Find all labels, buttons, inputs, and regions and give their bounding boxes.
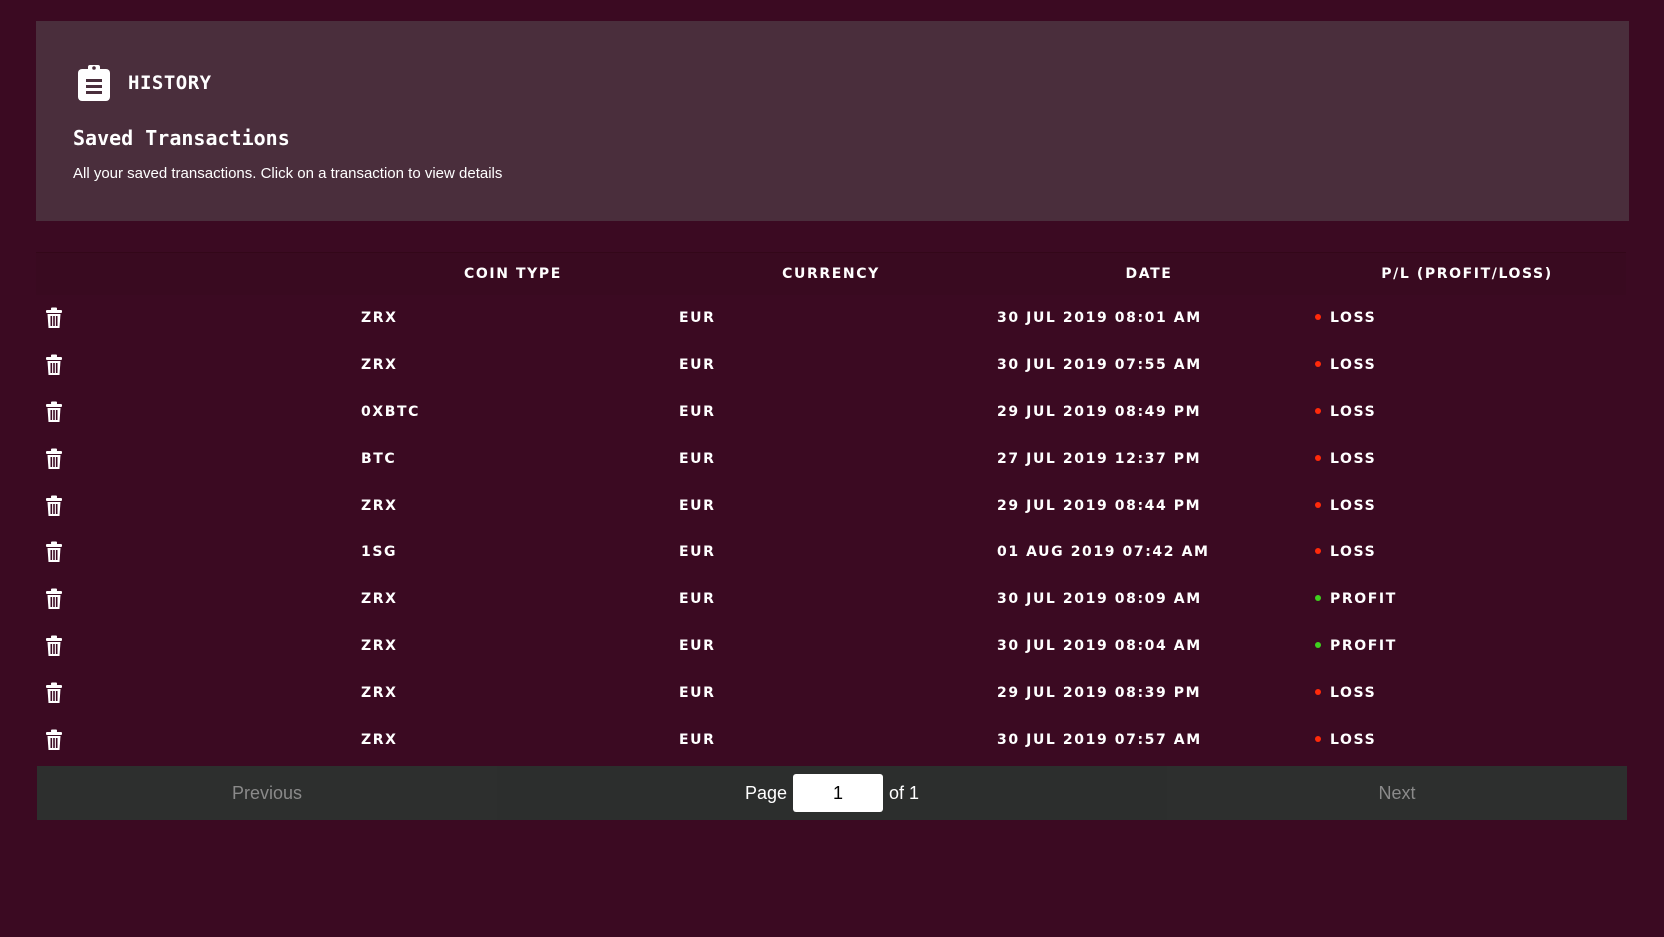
transactions-table: COIN TYPE CURRENCY DATE P/L (PROFIT/LOSS… [36, 252, 1626, 763]
pl-status-dot [1315, 595, 1321, 602]
section-description: All your saved transactions. Click on a … [73, 165, 503, 182]
currency-cell: EUR [679, 403, 716, 420]
pl-status-dot [1315, 641, 1321, 648]
date-cell: 01 AUG 2019 07:42 AM [997, 544, 1210, 561]
history-header-panel: HISTORY Saved Transactions All your save… [36, 21, 1629, 221]
coin-type-cell: ZRX [361, 684, 398, 701]
pl-cell: LOSS [1308, 732, 1626, 748]
trash-icon[interactable] [44, 588, 64, 610]
date-cell: 30 JUL 2019 08:04 AM [997, 637, 1202, 654]
date-cell: 29 JUL 2019 08:49 PM [997, 403, 1202, 420]
pl-status-label: LOSS [1330, 544, 1377, 561]
page-count-label: of 1 [889, 782, 920, 803]
pl-cell: LOSS [1308, 544, 1626, 560]
pl-cell: PROFIT [1308, 638, 1626, 654]
column-header-currency[interactable]: CURRENCY [672, 266, 990, 282]
coin-type-cell: ZRX [361, 637, 398, 654]
currency-cell: EUR [679, 684, 716, 701]
previous-button[interactable]: Previous [37, 766, 497, 820]
coin-type-cell: ZRX [361, 591, 398, 608]
page-label: Page [744, 782, 787, 803]
pl-status-dot [1315, 501, 1321, 508]
currency-cell: EUR [679, 731, 716, 748]
date-cell: 30 JUL 2019 08:01 AM [997, 310, 1202, 327]
pl-cell: LOSS [1308, 451, 1626, 467]
table-row[interactable]: ZRX EUR 29 JUL 2019 08:39 PM LOSS [36, 669, 1626, 716]
currency-cell: EUR [679, 544, 716, 561]
pl-status-label: PROFIT [1330, 637, 1397, 654]
pl-status-label: LOSS [1330, 497, 1377, 514]
pl-cell: LOSS [1308, 310, 1626, 326]
table-row[interactable]: 1SG EUR 01 AUG 2019 07:42 AM LOSS [36, 529, 1626, 576]
next-button[interactable]: Next [1167, 766, 1627, 820]
coin-type-cell: 1SG [361, 544, 398, 561]
coin-type-cell: ZRX [361, 731, 398, 748]
pl-status-label: PROFIT [1330, 591, 1397, 608]
pl-status-label: LOSS [1330, 357, 1377, 374]
section-title: Saved Transactions [73, 126, 290, 150]
coin-type-cell: ZRX [361, 497, 398, 514]
pl-status-dot [1315, 407, 1321, 414]
pl-cell: LOSS [1308, 357, 1626, 373]
trash-icon[interactable] [44, 307, 64, 329]
pl-status-label: LOSS [1330, 403, 1377, 420]
date-cell: 30 JUL 2019 08:09 AM [997, 591, 1202, 608]
page-title: HISTORY [128, 72, 212, 94]
column-header-date[interactable]: DATE [990, 266, 1308, 282]
trash-icon[interactable] [44, 495, 64, 517]
pl-status-label: LOSS [1330, 310, 1377, 327]
currency-cell: EUR [679, 637, 716, 654]
coin-type-cell: BTC [361, 450, 397, 467]
currency-cell: EUR [679, 591, 716, 608]
column-header-coin-type[interactable]: COIN TYPE [354, 266, 672, 282]
table-row[interactable]: ZRX EUR 30 JUL 2019 07:57 AM LOSS [36, 716, 1626, 763]
pl-status-dot [1315, 361, 1321, 368]
table-row[interactable]: BTC EUR 27 JUL 2019 12:37 PM LOSS [36, 435, 1626, 482]
table-row[interactable]: ZRX EUR 30 JUL 2019 08:09 AM PROFIT [36, 576, 1626, 623]
pl-status-label: LOSS [1330, 684, 1377, 701]
pl-cell: LOSS [1308, 685, 1626, 701]
date-cell: 27 JUL 2019 12:37 PM [997, 450, 1202, 467]
currency-cell: EUR [679, 357, 716, 374]
column-header-pl[interactable]: P/L (PROFIT/LOSS) [1308, 266, 1626, 282]
table-header: COIN TYPE CURRENCY DATE P/L (PROFIT/LOSS… [36, 252, 1626, 295]
trash-icon[interactable] [44, 729, 64, 751]
trash-icon[interactable] [44, 541, 64, 563]
date-cell: 30 JUL 2019 07:57 AM [997, 731, 1202, 748]
table-row[interactable]: 0XBTC EUR 29 JUL 2019 08:49 PM LOSS [36, 389, 1626, 436]
pl-cell: LOSS [1308, 498, 1626, 514]
pl-status-label: LOSS [1330, 731, 1377, 748]
trash-icon[interactable] [44, 401, 64, 423]
currency-cell: EUR [679, 497, 716, 514]
pl-status-dot [1315, 688, 1321, 695]
trash-icon[interactable] [44, 354, 64, 376]
clipboard-icon [78, 65, 110, 101]
pl-status-dot [1315, 314, 1321, 321]
table-row[interactable]: ZRX EUR 30 JUL 2019 08:01 AM LOSS [36, 295, 1626, 342]
pl-status-dot [1315, 454, 1321, 461]
date-cell: 29 JUL 2019 08:39 PM [997, 684, 1202, 701]
pl-cell: LOSS [1308, 404, 1626, 420]
trash-icon[interactable] [44, 635, 64, 657]
date-cell: 29 JUL 2019 08:44 PM [997, 497, 1202, 514]
trash-icon[interactable] [44, 448, 64, 470]
pl-status-dot [1315, 735, 1321, 742]
trash-icon[interactable] [44, 682, 64, 704]
coin-type-cell: ZRX [361, 310, 398, 327]
table-row[interactable]: ZRX EUR 30 JUL 2019 07:55 AM LOSS [36, 342, 1626, 389]
pl-cell: PROFIT [1308, 591, 1626, 607]
date-cell: 30 JUL 2019 07:55 AM [997, 357, 1202, 374]
currency-cell: EUR [679, 310, 716, 327]
table-row[interactable]: ZRX EUR 29 JUL 2019 08:44 PM LOSS [36, 482, 1626, 529]
coin-type-cell: ZRX [361, 357, 398, 374]
page-number-input[interactable] [793, 774, 883, 812]
coin-type-cell: 0XBTC [361, 403, 421, 420]
table-row[interactable]: ZRX EUR 30 JUL 2019 08:04 AM PROFIT [36, 623, 1626, 670]
pl-status-dot [1315, 548, 1321, 555]
pagination: Previous Page of 1 Next [37, 766, 1627, 820]
currency-cell: EUR [679, 450, 716, 467]
pl-status-label: LOSS [1330, 450, 1377, 467]
